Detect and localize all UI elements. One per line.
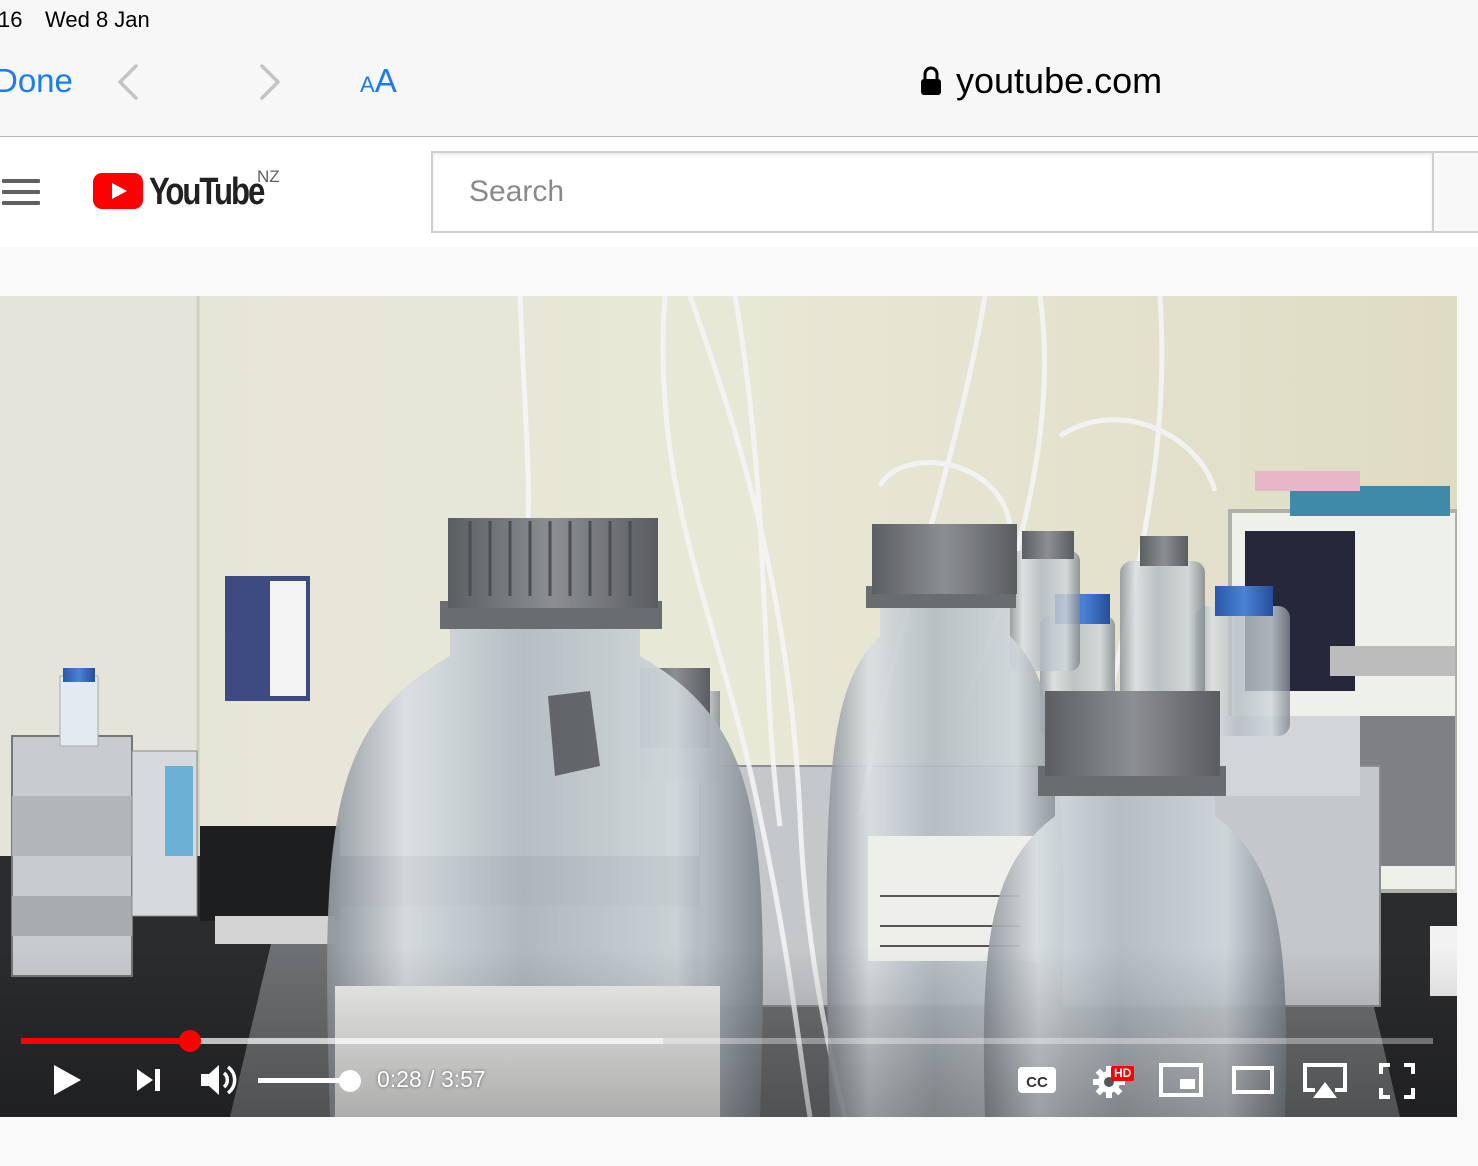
youtube-logo[interactable]: YouTube NZ xyxy=(93,167,288,213)
volume-level xyxy=(258,1078,350,1083)
next-icon[interactable] xyxy=(133,1062,165,1098)
volume-handle[interactable] xyxy=(339,1070,361,1092)
back-icon[interactable] xyxy=(114,62,144,102)
status-date: Wed 8 Jan xyxy=(45,7,150,32)
current-time: 0:28 xyxy=(377,1066,422,1092)
progress-bar[interactable] xyxy=(21,1030,1433,1052)
search-box xyxy=(431,151,1434,233)
forward-icon[interactable] xyxy=(254,62,284,102)
miniplayer-icon[interactable] xyxy=(1158,1062,1204,1098)
hd-badge: HD xyxy=(1111,1066,1135,1081)
captions-icon[interactable]: CC xyxy=(1016,1064,1058,1096)
airplay-icon[interactable] xyxy=(1301,1062,1349,1100)
youtube-header: YouTube NZ xyxy=(0,137,1478,247)
address-bar[interactable]: youtube.com xyxy=(920,60,1162,102)
country-code: NZ xyxy=(257,167,280,186)
progress-played xyxy=(21,1038,191,1044)
browser-toolbar: Done AA youtube.com xyxy=(0,42,1478,137)
menu-icon[interactable] xyxy=(2,179,40,205)
theater-icon[interactable] xyxy=(1230,1062,1276,1098)
duration: 3:57 xyxy=(440,1066,486,1092)
text-size-button[interactable]: AA xyxy=(360,62,397,100)
fullscreen-icon[interactable] xyxy=(1378,1062,1416,1100)
done-button[interactable]: Done xyxy=(0,62,73,100)
status-time: 16 xyxy=(0,7,23,32)
youtube-play-logo-icon xyxy=(93,173,143,209)
video-player[interactable]: 0:28 / 3:57 CC HD xyxy=(0,296,1457,1117)
volume-icon[interactable] xyxy=(198,1062,242,1098)
text-size-small-a: A xyxy=(360,72,375,97)
search-input[interactable] xyxy=(433,153,1432,231)
status-bar: 16 Wed 8 Jan xyxy=(0,0,1478,42)
play-icon[interactable] xyxy=(50,1062,84,1098)
text-size-large-a: A xyxy=(374,62,397,99)
lock-icon xyxy=(920,66,942,96)
time-separator: / xyxy=(421,1066,441,1092)
search-button[interactable] xyxy=(1434,151,1478,233)
url-text: youtube.com xyxy=(956,60,1163,101)
time-display: 0:28 / 3:57 xyxy=(377,1066,486,1093)
svg-text:CC: CC xyxy=(1026,1074,1048,1091)
youtube-wordmark: YouTube xyxy=(149,171,265,213)
volume-slider[interactable] xyxy=(258,1070,361,1092)
